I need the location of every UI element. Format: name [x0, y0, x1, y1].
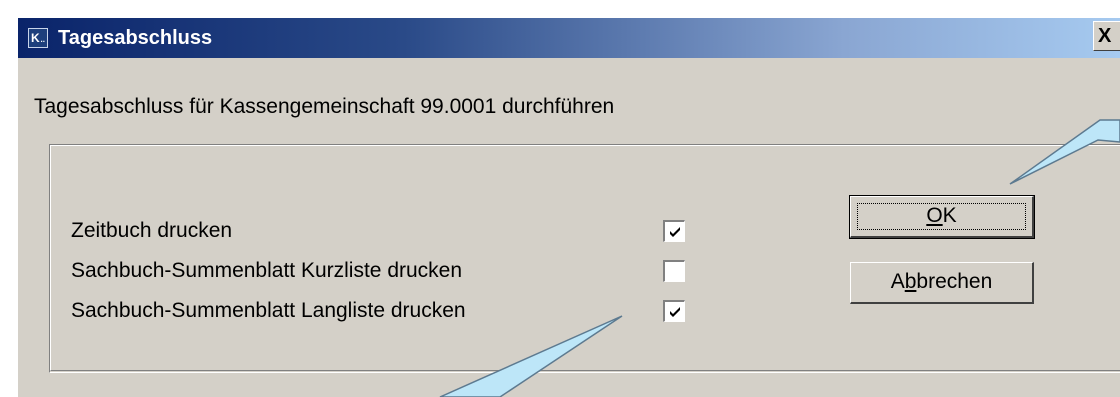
callout-layer: [439, 119, 1120, 397]
callout-ok: [1009, 119, 1120, 185]
callout-langliste: [439, 315, 623, 397]
